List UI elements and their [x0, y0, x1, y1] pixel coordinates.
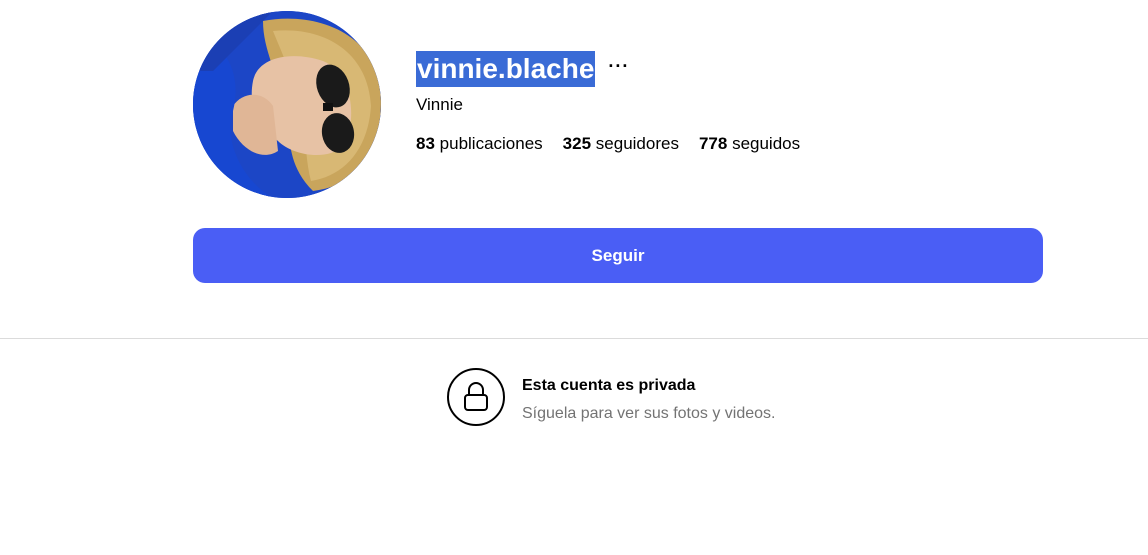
username: vinnie.blache [416, 51, 596, 87]
private-text: Esta cuenta es privada Síguela para ver … [522, 368, 775, 424]
username-row: vinnie.blache ··· [416, 51, 629, 87]
stat-followers-count: 325 [562, 134, 592, 153]
lock-icon [447, 368, 505, 426]
stat-following-count: 778 [698, 134, 728, 153]
follow-button[interactable]: Seguir [193, 228, 1043, 283]
stat-posts-count: 83 [416, 134, 435, 153]
avatar-photo [193, 11, 381, 198]
stat-followers[interactable]: 325 seguidores [563, 133, 679, 155]
stat-posts[interactable]: 83 publicaciones [416, 133, 543, 155]
private-subtitle: Síguela para ver sus fotos y videos. [522, 405, 776, 422]
stat-following[interactable]: 778 seguidos [699, 133, 800, 155]
profile-page: vinnie.blache ··· Vinnie 83 publicacione… [0, 0, 1148, 555]
stat-followers-label: seguidores [595, 134, 679, 153]
avatar[interactable] [193, 11, 381, 198]
private-title: Esta cuenta es privada [522, 377, 696, 394]
stat-following-label: seguidos [732, 134, 801, 153]
full-name: Vinnie [416, 95, 463, 114]
divider [0, 338, 1148, 339]
stat-posts-label: publicaciones [439, 134, 543, 153]
more-options-button[interactable]: ··· [608, 57, 629, 81]
private-account-notice: Esta cuenta es privada Síguela para ver … [447, 368, 775, 426]
profile-stats: 83 publicaciones 325 seguidores 778 segu… [416, 133, 820, 155]
